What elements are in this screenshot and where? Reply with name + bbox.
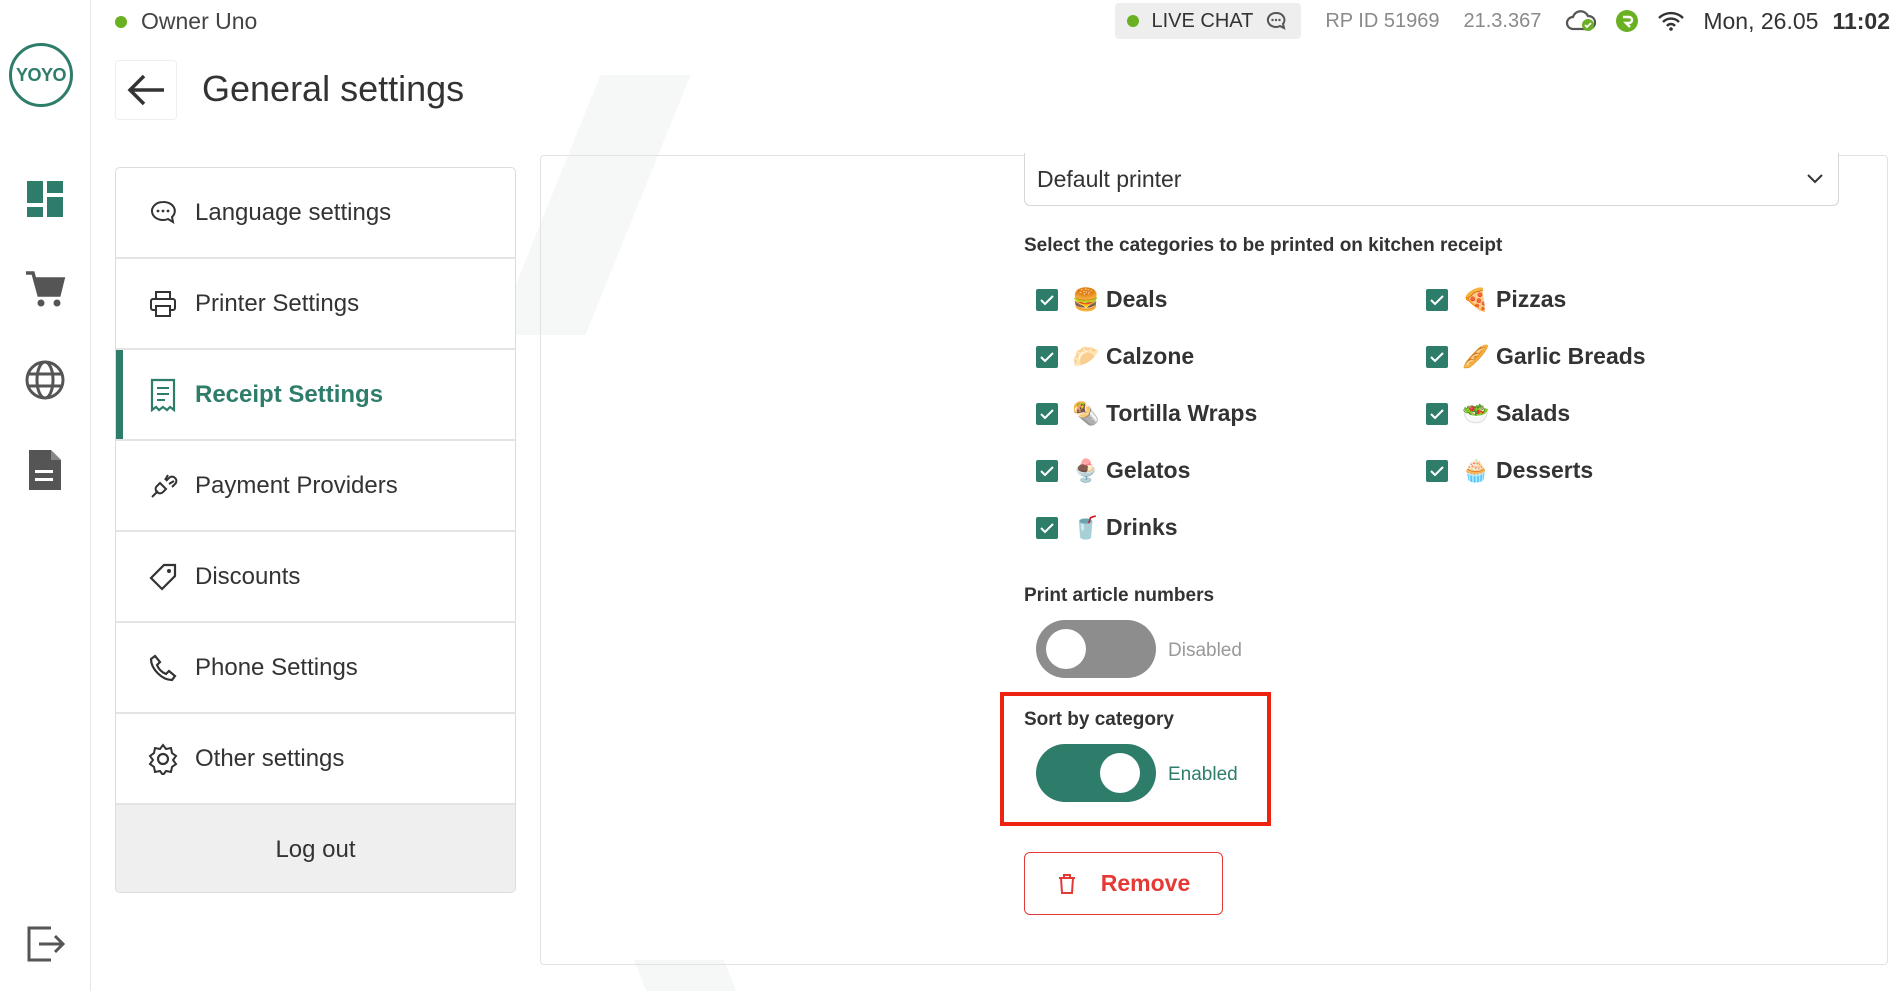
trash-icon <box>1058 873 1075 894</box>
baguette-icon: 🥖 <box>1462 343 1490 369</box>
plug-icon <box>145 468 181 504</box>
chat-icon <box>1267 11 1286 30</box>
menu-item-label: Phone Settings <box>195 653 358 681</box>
menu-item-label: Payment Providers <box>195 471 398 499</box>
arrow-left-icon <box>127 74 164 106</box>
category-label: Gelatos <box>1106 457 1191 483</box>
gear-icon <box>145 741 181 777</box>
checkbox[interactable] <box>1426 345 1448 368</box>
logo-text: YOYO <box>15 64 67 85</box>
cloud-sync-icon <box>1565 9 1597 33</box>
logout-label: Log out <box>275 836 356 863</box>
category-label: Garlic Breads <box>1496 343 1646 369</box>
category-label: Pizzas <box>1496 286 1567 312</box>
settings-menu: Language settings Printer Settings Recei… <box>115 167 516 893</box>
checkbox[interactable] <box>1426 459 1448 482</box>
category-label: Calzone <box>1106 343 1195 369</box>
live-chat-status-dot <box>1127 15 1140 27</box>
menu-item-language-settings[interactable]: Language settings <box>116 168 515 259</box>
category-checkbox-gelatos[interactable]: 🍨 Gelatos <box>1036 457 1190 484</box>
categories-label: Select the categories to be printed on k… <box>1024 235 1503 256</box>
wifi-icon <box>1657 10 1685 32</box>
menu-item-discounts[interactable]: Discounts <box>116 532 515 623</box>
print-article-numbers-label: Print article numbers <box>1024 585 1215 606</box>
toggle-knob <box>1046 629 1086 669</box>
live-chat-button[interactable]: LIVE CHAT <box>1115 3 1302 39</box>
menu-item-label: Printer Settings <box>195 289 360 317</box>
burrito-icon: 🌯 <box>1072 400 1100 426</box>
status-bar: LIVE CHAT RP ID 51969 21.3.367 Mon, 26.0… <box>1115 0 1892 42</box>
owner-indicator: Owner Uno <box>115 8 257 35</box>
cart-icon[interactable] <box>22 266 68 312</box>
print-article-numbers-toggle[interactable] <box>1036 620 1156 678</box>
menu-item-printer-settings[interactable]: Printer Settings <box>116 259 515 350</box>
checkbox[interactable] <box>1036 402 1058 425</box>
print-article-numbers-state: Disabled <box>1168 640 1242 661</box>
category-label: Tortilla Wraps <box>1106 400 1258 426</box>
chevron-down-icon <box>1807 174 1823 184</box>
left-rail: YOYO <box>0 0 91 991</box>
exit-icon[interactable] <box>22 921 68 967</box>
brand-status-icon <box>1615 9 1639 33</box>
category-label: Desserts <box>1496 457 1594 483</box>
document-icon[interactable] <box>22 447 68 493</box>
chat-bubbles-icon <box>145 195 181 231</box>
category-checkbox-garlic-breads[interactable]: 🥖 Garlic Breads <box>1426 343 1646 370</box>
drink-cup-icon: 🥤 <box>1072 514 1100 540</box>
checkbox[interactable] <box>1036 288 1058 311</box>
time-display: 11:02 <box>1832 7 1890 34</box>
category-checkbox-deals[interactable]: 🍔 Deals <box>1036 286 1167 313</box>
back-button[interactable] <box>115 60 177 120</box>
category-label: Salads <box>1496 400 1571 426</box>
menu-item-label: Other settings <box>195 744 345 772</box>
menu-item-label: Receipt Settings <box>195 380 384 408</box>
dashboard-icon[interactable] <box>22 176 68 222</box>
remove-label: Remove <box>1100 870 1191 896</box>
logout-button[interactable]: Log out <box>116 805 515 892</box>
owner-name: Owner Uno <box>141 8 258 34</box>
category-label: Drinks <box>1106 514 1178 540</box>
phone-icon <box>145 650 181 686</box>
checkbox[interactable] <box>1426 288 1448 311</box>
checkbox[interactable] <box>1036 516 1058 539</box>
menu-item-other-settings[interactable]: Other settings <box>116 714 515 805</box>
category-checkbox-drinks[interactable]: 🥤 Drinks <box>1036 514 1178 541</box>
category-label: Deals <box>1106 286 1168 312</box>
live-chat-label: LIVE CHAT <box>1151 9 1254 32</box>
category-checkbox-pizzas[interactable]: 🍕 Pizzas <box>1426 286 1566 313</box>
cupcake-icon: 🧁 <box>1462 457 1490 483</box>
menu-item-payment-providers[interactable]: Payment Providers <box>116 441 515 532</box>
checkbox[interactable] <box>1036 345 1058 368</box>
checkbox[interactable] <box>1426 402 1448 425</box>
remove-button[interactable]: Remove <box>1024 852 1223 915</box>
pizza-icon: 🍕 <box>1462 286 1490 312</box>
burger-icon: 🍔 <box>1072 286 1100 312</box>
salad-icon: 🥗 <box>1462 400 1490 426</box>
date-display: Mon, 26.05 <box>1703 7 1819 34</box>
printer-icon <box>145 286 181 322</box>
receipt-settings-panel <box>540 155 1888 965</box>
ice-cream-icon: 🍨 <box>1072 457 1100 483</box>
menu-item-phone-settings[interactable]: Phone Settings <box>116 623 515 714</box>
status-dot <box>115 15 127 28</box>
category-checkbox-calzone[interactable]: 🥟 Calzone <box>1036 343 1194 370</box>
app-version: 21.3.367 <box>1463 9 1542 32</box>
page-title: General settings <box>202 68 465 109</box>
category-checkbox-salads[interactable]: 🥗 Salads <box>1426 400 1570 427</box>
globe-icon[interactable] <box>22 357 68 403</box>
category-checkbox-tortilla-wraps[interactable]: 🌯 Tortilla Wraps <box>1036 400 1257 427</box>
category-checkbox-desserts[interactable]: 🧁 Desserts <box>1426 457 1593 484</box>
dumpling-icon: 🥟 <box>1072 343 1100 369</box>
menu-item-label: Language settings <box>195 198 392 226</box>
rp-id: RP ID 51969 <box>1325 9 1440 32</box>
checkbox[interactable] <box>1036 459 1058 482</box>
menu-item-receipt-settings[interactable]: Receipt Settings <box>116 350 515 441</box>
printer-select-value: Default printer <box>1037 165 1182 192</box>
yoyo-logo[interactable]: YOYO <box>9 43 73 107</box>
highlight-box <box>1000 692 1271 826</box>
receipt-icon <box>145 377 181 413</box>
tag-icon <box>145 559 181 595</box>
menu-item-label: Discounts <box>195 562 301 590</box>
printer-select[interactable]: Default printer <box>1024 153 1839 206</box>
